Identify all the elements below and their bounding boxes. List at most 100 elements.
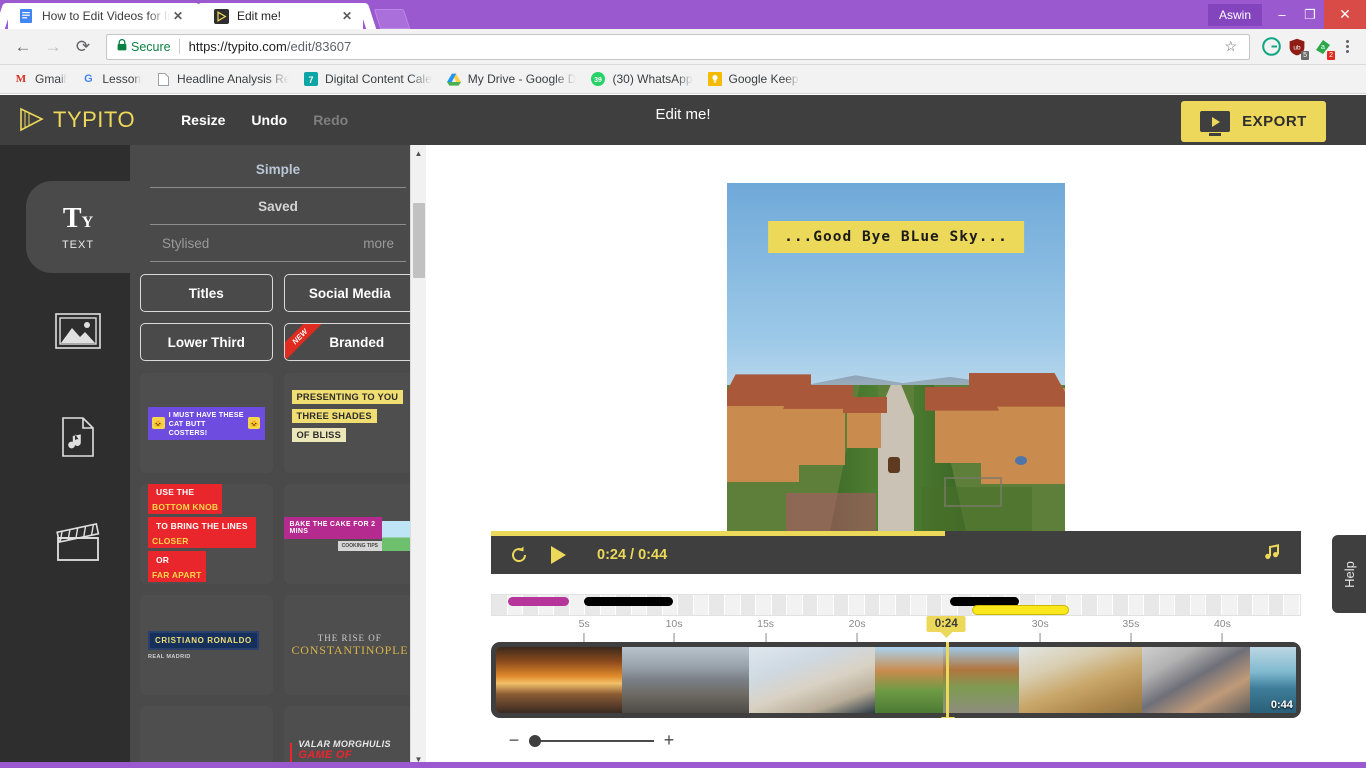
template-card-cat-butt[interactable]: 🐱 I MUST HAVE THESE CAT BUTT COSTERS! 🐱 bbox=[140, 373, 273, 473]
bookmark-lesson[interactable]: G Lesson bbox=[73, 68, 148, 90]
clip-beach-yoga[interactable] bbox=[496, 647, 623, 713]
browser-tab-2[interactable]: Edit me! ✕ bbox=[189, 3, 377, 29]
window-controls: Aswin – ❐ ✕ bbox=[1207, 0, 1366, 29]
playhead-time-chip[interactable]: 0:24 bbox=[926, 616, 966, 632]
page-icon bbox=[155, 71, 171, 87]
ruler-tick bbox=[1284, 595, 1300, 615]
text-marker-black-1[interactable] bbox=[584, 597, 673, 606]
bookmark-my-drive[interactable]: My Drive - Google D bbox=[439, 68, 584, 90]
zoom-in-button[interactable]: + bbox=[658, 730, 680, 751]
playhead-time-label: 0:24 bbox=[934, 618, 958, 630]
typito-logo[interactable]: TYPITO bbox=[18, 107, 135, 133]
cat-emoji-icon: 🐱 bbox=[152, 417, 165, 429]
preview-text-overlay[interactable]: ...Good Bye BLue Sky... bbox=[768, 221, 1024, 253]
timeline-ruler[interactable] bbox=[491, 594, 1301, 616]
forward-button[interactable]: → bbox=[38, 32, 68, 62]
zoom-out-button[interactable]: − bbox=[503, 730, 525, 751]
zoom-slider[interactable] bbox=[529, 734, 654, 747]
category-label: Lower Third bbox=[167, 334, 245, 350]
clip-sand-dune[interactable] bbox=[748, 647, 876, 713]
document-title[interactable]: Edit me! bbox=[655, 106, 710, 123]
category-branded[interactable]: NEW Branded bbox=[283, 323, 416, 361]
ublock-icon[interactable]: ub 5 bbox=[1284, 34, 1310, 60]
template-card-valar[interactable]: VALAR MORGHULIS GAME OF THRONES bbox=[283, 706, 416, 768]
close-icon[interactable]: ✕ bbox=[170, 8, 186, 24]
address-bar[interactable]: Secure https://typito.com/edit/83607 ☆ bbox=[106, 33, 1250, 60]
browser-menu-icon[interactable] bbox=[1336, 40, 1358, 53]
resize-button[interactable]: Resize bbox=[181, 112, 225, 128]
clip-house-garden[interactable] bbox=[875, 647, 944, 713]
category-titles[interactable]: Titles bbox=[140, 274, 273, 312]
bookmark-whatsapp[interactable]: 39 (30) WhatsApp bbox=[583, 68, 699, 90]
clip-street-market[interactable] bbox=[622, 647, 749, 713]
clip-houses-path[interactable] bbox=[943, 647, 1020, 713]
category-social-media[interactable]: Social Media bbox=[283, 274, 416, 312]
tab-simple[interactable]: Simple bbox=[140, 151, 416, 187]
template-card-three-shades[interactable]: PRESENTING TO YOU THREE SHADES OF BLISS bbox=[283, 373, 416, 473]
undo-button[interactable]: Undo bbox=[251, 112, 287, 128]
bookmark-headline-analysis[interactable]: Headline Analysis Re bbox=[148, 68, 296, 90]
scrollbar-thumb[interactable] bbox=[413, 203, 425, 278]
template-line: CONSTANTINOPLE bbox=[291, 642, 409, 657]
help-tab[interactable]: Help bbox=[1332, 535, 1366, 613]
template-panel-scrollbar[interactable]: ▲ ▼ bbox=[410, 145, 426, 768]
clip-hand-phone[interactable] bbox=[1142, 647, 1250, 713]
clip-seaside[interactable]: 0:44 bbox=[1249, 647, 1296, 713]
template-card-bake-cake[interactable]: BAKE THE CAKE FOR 2 MINS COOKING TIPS bbox=[283, 484, 416, 584]
zoom-slider-knob[interactable] bbox=[529, 734, 541, 747]
template-card-frittata[interactable]: BACON CHEESE FRITTATA ROSSANE'S KITCHEN bbox=[140, 706, 273, 768]
stylised-label[interactable]: Stylised bbox=[162, 236, 209, 251]
category-lower-third[interactable]: Lower Third bbox=[140, 323, 273, 361]
replay-icon[interactable] bbox=[509, 545, 529, 565]
clip-end-time: 0:44 bbox=[1270, 699, 1293, 711]
close-icon[interactable]: ✕ bbox=[339, 8, 355, 24]
play-icon[interactable] bbox=[549, 545, 567, 565]
close-window-button[interactable]: ✕ bbox=[1324, 0, 1366, 29]
bookmark-star-icon[interactable]: ☆ bbox=[1218, 38, 1243, 55]
tab-saved[interactable]: Saved bbox=[140, 188, 416, 224]
template-line: TO BRING THE LINES CLOSER bbox=[148, 517, 256, 548]
drive-icon bbox=[446, 71, 462, 87]
timeline-filmstrip[interactable]: 0:44 bbox=[491, 642, 1301, 718]
more-link[interactable]: more bbox=[363, 236, 394, 251]
clip-dry-leaves[interactable] bbox=[1019, 647, 1143, 713]
minimize-button[interactable]: – bbox=[1268, 0, 1296, 29]
browser-tab-1[interactable]: How to Edit Videos for In ✕ bbox=[0, 3, 208, 29]
playhead[interactable] bbox=[940, 642, 955, 718]
sidebar-item-text[interactable]: TY TEXT bbox=[26, 155, 130, 299]
music-note-icon[interactable] bbox=[1263, 543, 1281, 567]
video-preview[interactable]: ...Good Bye BLue Sky... bbox=[727, 183, 1065, 531]
sidebar-item-video[interactable] bbox=[26, 499, 130, 591]
audio-marker-yellow[interactable] bbox=[971, 605, 1069, 615]
timeline-tick-label: 35s bbox=[1122, 618, 1139, 642]
category-label: Titles bbox=[188, 285, 224, 301]
preview-roof bbox=[925, 386, 999, 411]
bookmark-gmail[interactable]: M Gmail bbox=[6, 68, 73, 90]
user-profile-chip[interactable]: Aswin bbox=[1207, 3, 1262, 26]
new-tab-button[interactable] bbox=[373, 9, 411, 29]
calendar-icon: 7 bbox=[303, 71, 319, 87]
honey-icon[interactable]: a 2 bbox=[1310, 34, 1336, 60]
secure-label: Secure bbox=[131, 39, 171, 54]
ruler-tick bbox=[694, 595, 710, 615]
sidebar-item-audio[interactable] bbox=[26, 393, 130, 485]
scroll-up-icon[interactable]: ▲ bbox=[411, 145, 426, 162]
bookmark-google-keep[interactable]: Google Keep bbox=[700, 68, 806, 90]
bookmark-digital-content-calendar[interactable]: 7 Digital Content Cale bbox=[296, 68, 439, 90]
ruler-tick bbox=[709, 595, 725, 615]
export-button[interactable]: EXPORT bbox=[1181, 101, 1326, 142]
typito-logo-icon bbox=[18, 107, 46, 133]
sidebar-item-image[interactable] bbox=[26, 287, 130, 379]
back-button[interactable]: ← bbox=[8, 32, 38, 62]
template-card-bottom-knob[interactable]: USE THE BOTTOM KNOB TO BRING THE LINES C… bbox=[140, 484, 273, 584]
grammarly-icon[interactable] bbox=[1258, 34, 1284, 60]
text-marker-pink[interactable] bbox=[508, 597, 569, 606]
svg-text:7: 7 bbox=[309, 75, 314, 85]
maximize-button[interactable]: ❐ bbox=[1296, 0, 1324, 29]
template-panel: Simple Saved Stylised more Titles Social… bbox=[130, 145, 426, 768]
template-card-ronaldo[interactable]: CRISTIANO RONALDO REAL MADRID bbox=[140, 595, 273, 695]
bookmark-label: (30) WhatsApp bbox=[612, 72, 693, 86]
reload-button[interactable]: ⟳ bbox=[68, 32, 98, 62]
template-card-constantinople[interactable]: THE RISE OF CONSTANTINOPLE bbox=[283, 595, 416, 695]
ruler-tick bbox=[1237, 595, 1254, 615]
